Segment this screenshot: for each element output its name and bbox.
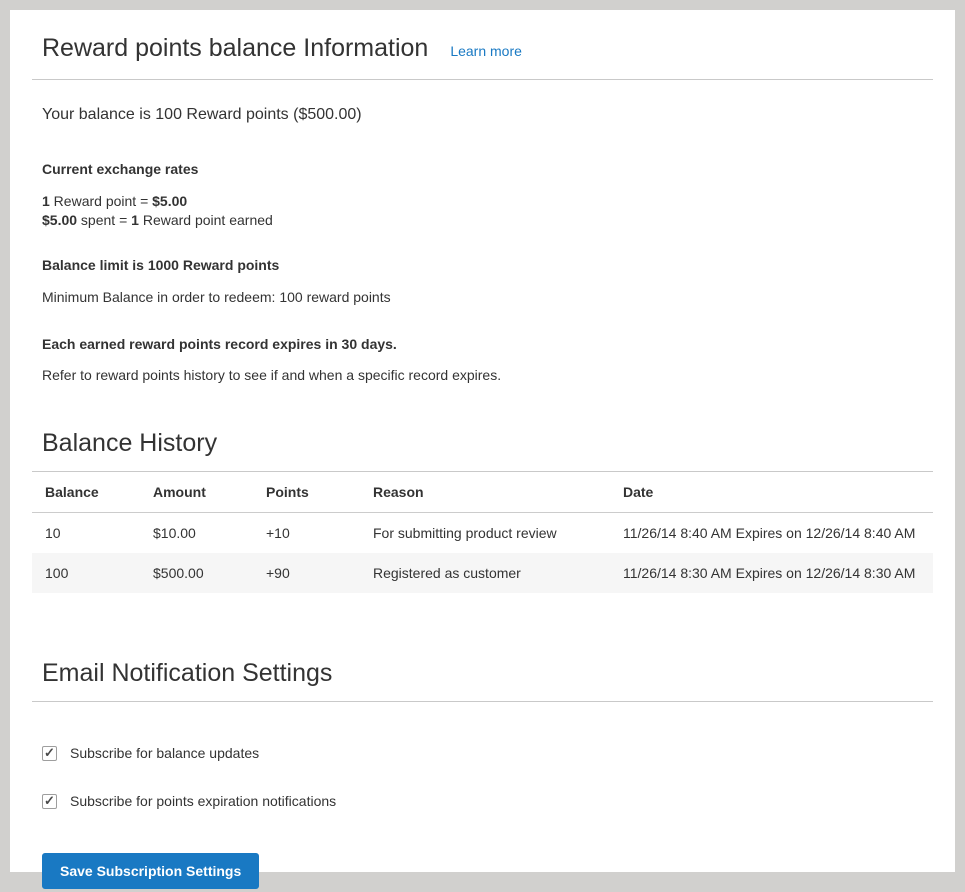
email-settings-title: Email Notification Settings (42, 659, 933, 688)
column-header-date: Date (610, 472, 933, 513)
table-row: 10 $10.00 +10 For submitting product rev… (32, 513, 933, 554)
column-header-reason: Reason (360, 472, 610, 513)
cell-date: 11/26/14 8:40 AM Expires on 12/26/14 8:4… (610, 513, 933, 554)
exchange-rate-line-2: $5.00 spent = 1 Reward point earned (42, 211, 933, 230)
email-settings-header: Email Notification Settings (32, 659, 933, 702)
cell-balance: 10 (32, 513, 140, 554)
cell-reason: Registered as customer (360, 553, 610, 593)
expiration-notice-text: Each earned reward points record expires… (42, 336, 933, 352)
cell-reason: For submitting product review (360, 513, 610, 554)
balance-history-table: Balance Amount Points Reason Date 10 $10… (32, 472, 933, 593)
column-header-points: Points (253, 472, 360, 513)
cell-points: +90 (253, 553, 360, 593)
exchange-rates-heading: Current exchange rates (42, 161, 933, 177)
subscribe-balance-row: Subscribe for balance updates (42, 745, 933, 761)
cell-date: 11/26/14 8:30 AM Expires on 12/26/14 8:3… (610, 553, 933, 593)
cell-balance: 100 (32, 553, 140, 593)
learn-more-link[interactable]: Learn more (450, 43, 522, 59)
table-row: 100 $500.00 +90 Registered as customer 1… (32, 553, 933, 593)
subscribe-balance-checkbox[interactable] (42, 746, 57, 761)
subscribe-expiration-checkbox[interactable] (42, 794, 57, 809)
save-subscription-settings-button[interactable]: Save Subscription Settings (42, 853, 259, 889)
balance-history-title: Balance History (42, 429, 933, 458)
cell-amount: $500.00 (140, 553, 253, 593)
expiration-hint-text: Refer to reward points history to see if… (42, 367, 933, 383)
cell-points: +10 (253, 513, 360, 554)
minimum-balance-text: Minimum Balance in order to redeem: 100 … (42, 289, 933, 305)
subscribe-expiration-label[interactable]: Subscribe for points expiration notifica… (70, 793, 336, 809)
subscribe-balance-label[interactable]: Subscribe for balance updates (70, 745, 259, 761)
page-title: Reward points balance Information (42, 34, 428, 63)
reward-points-page: Reward points balance Information Learn … (10, 10, 955, 872)
subscribe-expiration-row: Subscribe for points expiration notifica… (42, 793, 933, 809)
column-header-balance: Balance (32, 472, 140, 513)
exchange-rate-line-1: 1 Reward point = $5.00 (42, 192, 933, 211)
exchange-rates-lines: 1 Reward point = $5.00 $5.00 spent = 1 R… (42, 192, 933, 230)
balance-info-section: Your balance is 100 Reward points ($500.… (32, 106, 933, 383)
balance-summary: Your balance is 100 Reward points ($500.… (42, 106, 933, 124)
column-header-amount: Amount (140, 472, 253, 513)
table-header-row: Balance Amount Points Reason Date (32, 472, 933, 513)
balance-limit-text: Balance limit is 1000 Reward points (42, 257, 933, 273)
page-header: Reward points balance Information Learn … (32, 24, 933, 80)
balance-history-header: Balance History (32, 429, 933, 472)
cell-amount: $10.00 (140, 513, 253, 554)
